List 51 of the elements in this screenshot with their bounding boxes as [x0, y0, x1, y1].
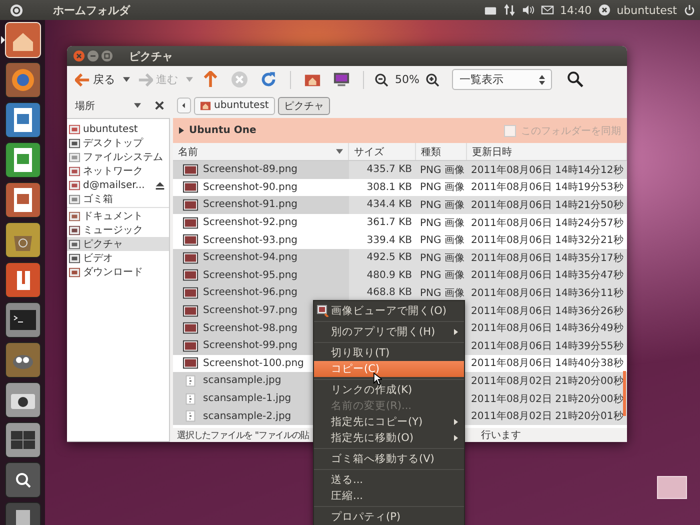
file-name: Screenshot-89.png [203, 164, 298, 176]
status-text: 行います [481, 429, 521, 442]
file-type: PNG 画像 [420, 252, 464, 265]
modified-date: 2011年08月06日 14時35分17秒 [471, 252, 624, 265]
file-name: scansample-2.jpg [203, 410, 292, 422]
file-type: PNG 画像 [420, 234, 464, 248]
file-name: Screenshot-96.png [203, 287, 298, 298]
file-size: 468.8 KB [366, 287, 412, 298]
file-size: 492.5 KB [366, 252, 412, 264]
file-name: Screenshot-94.png [203, 252, 298, 264]
modified-date: 2011年08月06日 14時35分47秒 [471, 268, 624, 282]
modified-date: 2011年08月02日 21時20分00秒 [471, 392, 624, 406]
file-name: Screenshot-95.png [203, 270, 298, 281]
file-type: PNG 画像 [420, 181, 464, 194]
file-size: 361.7 KB [366, 217, 412, 228]
file-size: 308.1 KB [366, 182, 412, 193]
modified-date: 2011年08月06日 14時36分11秒 [471, 286, 624, 300]
file-type: PNG 画像 [420, 269, 464, 282]
file-name: Screenshot-97.png [203, 305, 298, 316]
file-size: 435.7 KB [366, 164, 412, 176]
modified-date: 2011年08月06日 14時24分57秒 [471, 216, 624, 230]
file-name: Screenshot-100.png [203, 358, 304, 369]
file-size: 339.4 KB [366, 234, 412, 246]
modified-date: 2011年08月06日 14時32分21秒 [471, 234, 624, 248]
file-name: Screenshot-99.png [203, 340, 298, 352]
zoom-level: 50% [395, 73, 420, 86]
file-type: PNG 画像 [420, 216, 464, 230]
modified-date: 2011年08月06日 14時19分53秒 [471, 180, 624, 194]
file-size: 434.4 KB [366, 199, 412, 210]
window-title: ホームフォルダ [53, 2, 130, 18]
modified-date: 2011年08月02日 21時20分01秒 [471, 410, 624, 424]
file-name: Screenshot-98.png [203, 322, 298, 334]
file-name: scansample.jpg [203, 375, 282, 386]
modified-date: 2011年08月06日 14時21分50秒 [471, 198, 624, 212]
file-name: Screenshot-93.png [203, 234, 298, 246]
file-name: Screenshot-92.png [203, 217, 298, 228]
file-type: PNG 画像 [420, 164, 464, 177]
modified-date: 2011年08月06日 14時36分49秒 [471, 322, 624, 336]
file-name: Screenshot-91.png [203, 199, 298, 210]
file-type: PNG 画像 [420, 286, 464, 300]
modified-date: 2011年08月06日 14時36分26秒 [471, 304, 624, 318]
modified-date: 2011年08月02日 21時20分00秒 [471, 374, 624, 388]
file-size: 480.9 KB [366, 270, 412, 281]
file-name: scansample-1.jpg [203, 393, 292, 404]
window-title: ピクチャ [129, 48, 173, 64]
file-name: Screenshot-90.png [203, 182, 298, 193]
file-type: PNG 画像 [420, 198, 464, 212]
modified-date: 2011年08月06日 14時40分38秒 [471, 356, 624, 370]
modified-date: 2011年08月06日 14時14分12秒 [471, 164, 624, 177]
modified-date: 2011年08月06日 14時39分55秒 [471, 340, 624, 353]
status-text: 選択したファイルを "ファイルの貼 [177, 430, 309, 442]
